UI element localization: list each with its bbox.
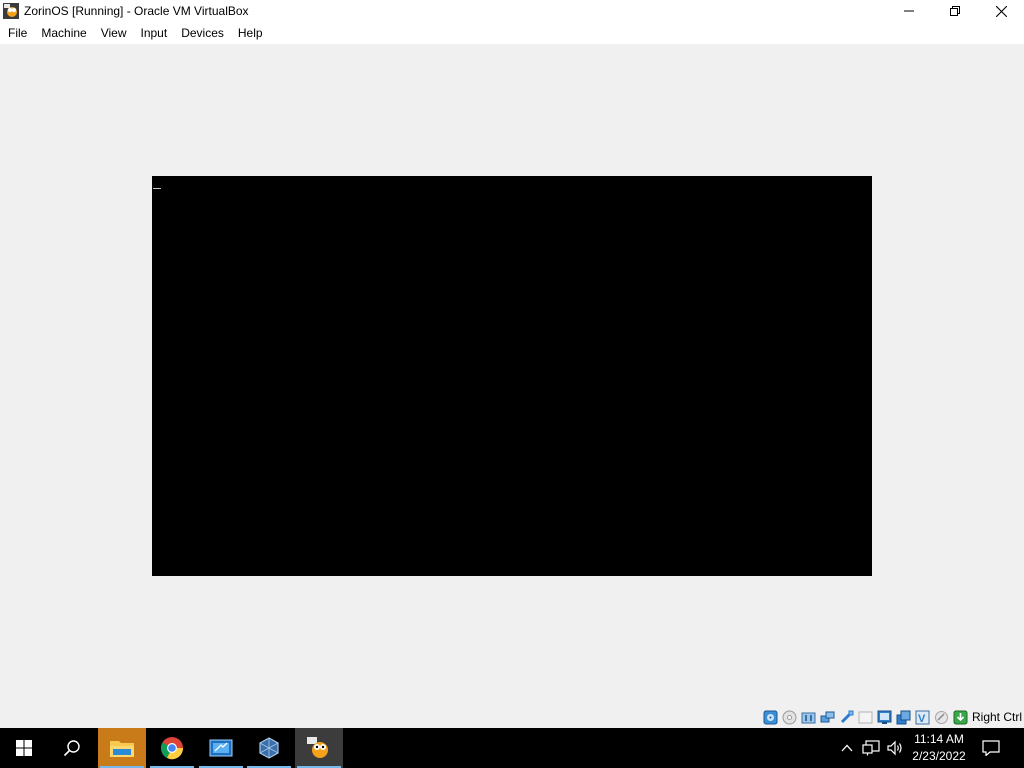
show-hidden-icons-button[interactable] (836, 728, 858, 768)
vm-screen[interactable] (152, 176, 872, 576)
title-bar: ZorinOS [Running] - Oracle VM VirtualBox (0, 0, 1024, 22)
display-icon[interactable] (877, 709, 893, 725)
network-wired-icon (862, 740, 880, 756)
status-bar: V Right Ctrl (0, 706, 1024, 728)
menu-devices[interactable]: Devices (174, 22, 231, 44)
cpu-icon[interactable]: V (915, 709, 931, 725)
search-icon (63, 740, 80, 757)
virtualbox-vm-icon[interactable] (3, 3, 19, 19)
mouse-integration-icon[interactable] (934, 709, 950, 725)
virtualbox-icon (259, 737, 279, 759)
hard-disk-icon[interactable] (763, 709, 779, 725)
menu-view[interactable]: View (94, 22, 134, 44)
menu-input[interactable]: Input (134, 22, 175, 44)
optical-drive-icon[interactable] (782, 709, 798, 725)
start-button[interactable] (0, 728, 48, 768)
menu-machine[interactable]: Machine (34, 22, 93, 44)
keyboard-icon[interactable] (953, 709, 969, 725)
chevron-up-icon (841, 744, 853, 752)
taskbar-file-explorer[interactable] (98, 728, 146, 768)
audio-icon[interactable] (801, 709, 817, 725)
remote-desktop-icon (209, 739, 233, 757)
chrome-icon (160, 737, 184, 760)
windows-logo-icon (16, 740, 32, 756)
text-cursor (153, 188, 161, 189)
virtualbox-vm-window-icon (307, 737, 328, 758)
svg-text:V: V (918, 713, 926, 725)
taskbar-virtualbox[interactable] (245, 728, 293, 768)
taskbar-clock[interactable]: 11:14 AM 2/23/2022 (900, 728, 978, 768)
restore-button[interactable] (932, 0, 978, 22)
search-button[interactable] (48, 728, 96, 768)
clock-time: 11:14 AM (914, 732, 964, 746)
taskbar-chrome[interactable] (148, 728, 196, 768)
action-center-button[interactable] (978, 728, 1004, 768)
usb-icon[interactable] (839, 709, 855, 725)
notification-icon (982, 740, 1000, 756)
taskbar-vm-window[interactable] (295, 728, 343, 768)
shared-folders-icon[interactable] (858, 709, 874, 725)
vm-display-area (0, 44, 1024, 706)
minimize-button[interactable] (886, 0, 932, 22)
menu-bar: File Machine View Input Devices Help (0, 22, 1024, 44)
taskbar-remote-desktop[interactable] (197, 728, 245, 768)
clock-date: 2/23/2022 (912, 749, 966, 763)
file-explorer-icon (110, 741, 134, 757)
video-capture-icon[interactable] (896, 709, 912, 725)
window-title: ZorinOS [Running] - Oracle VM VirtualBox (24, 4, 249, 18)
host-key-label[interactable]: Right Ctrl (972, 710, 1022, 724)
network-icon[interactable] (820, 709, 836, 725)
menu-help[interactable]: Help (231, 22, 270, 44)
window-controls (886, 0, 1024, 22)
network-tray-button[interactable] (860, 728, 882, 768)
close-button[interactable] (978, 0, 1024, 22)
taskbar: 11:14 AM 2/23/2022 (0, 728, 1024, 768)
menu-file[interactable]: File (1, 22, 34, 44)
